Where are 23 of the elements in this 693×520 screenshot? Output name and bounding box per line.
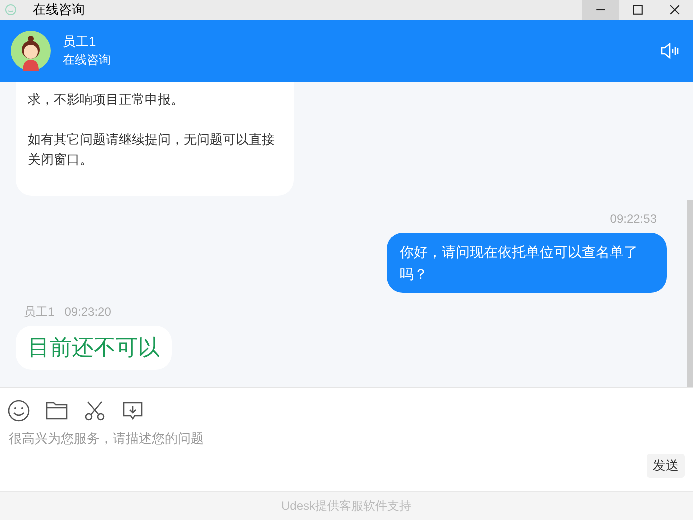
message-time: 09:23:20 bbox=[64, 304, 112, 321]
header-subtitle: 在线咨询 bbox=[63, 52, 111, 69]
message-text: 目前还不可以 bbox=[28, 334, 160, 362]
footer-text: Udesk提供客服软件支持 bbox=[281, 498, 412, 515]
message-text: 求，不影响项目正常申报。 bbox=[28, 91, 185, 109]
smiley-icon[interactable] bbox=[8, 400, 30, 422]
folder-icon[interactable] bbox=[46, 402, 68, 420]
message-text: 如有其它问题请继续提问，无问题可以直接关闭窗口。 bbox=[28, 131, 276, 169]
message-text: 你好，请问现在依托单位可以查名单了吗？ bbox=[400, 243, 639, 284]
agent-name: 员工1 bbox=[63, 33, 98, 51]
sender-name: 员工1 bbox=[24, 304, 55, 321]
speaker-icon[interactable] bbox=[661, 43, 679, 59]
download-icon[interactable] bbox=[122, 401, 144, 421]
scissors-icon[interactable] bbox=[84, 401, 106, 421]
app-icon bbox=[5, 4, 17, 16]
close-icon bbox=[668, 3, 682, 17]
maximize-icon bbox=[630, 3, 644, 17]
send-button[interactable]: 发送 bbox=[647, 454, 685, 478]
window-title: 在线咨询 bbox=[33, 1, 85, 20]
avatar-icon bbox=[11, 31, 51, 71]
scrollbar[interactable] bbox=[687, 200, 693, 387]
message-time: 09:22:53 bbox=[610, 211, 657, 228]
message-input[interactable]: 很高兴为您服务，请描述您的问题 bbox=[8, 428, 685, 448]
